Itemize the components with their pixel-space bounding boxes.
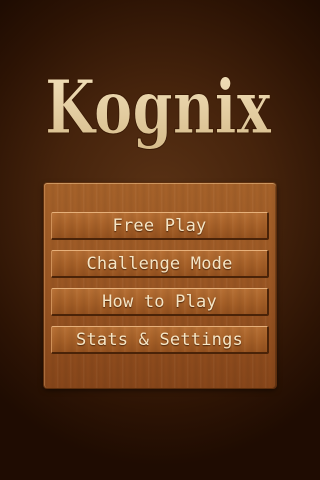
stats-settings-button[interactable]: Stats & Settings [51, 326, 269, 354]
game-logo: Kognix [0, 62, 320, 162]
logo-graphic: Kognix [45, 65, 273, 152]
challenge-mode-button[interactable]: Challenge Mode [51, 250, 269, 278]
stats-settings-label: Stats & Settings [76, 329, 243, 350]
free-play-button[interactable]: Free Play [51, 212, 269, 240]
how-to-play-button[interactable]: How to Play [51, 288, 269, 316]
main-menu-panel: Free Play Challenge Mode How to Play Sta… [44, 183, 276, 388]
how-to-play-label: How to Play [102, 291, 217, 312]
free-play-label: Free Play [112, 215, 207, 236]
challenge-mode-label: Challenge Mode [86, 253, 233, 274]
logo-title: Kognix [45, 65, 272, 151]
